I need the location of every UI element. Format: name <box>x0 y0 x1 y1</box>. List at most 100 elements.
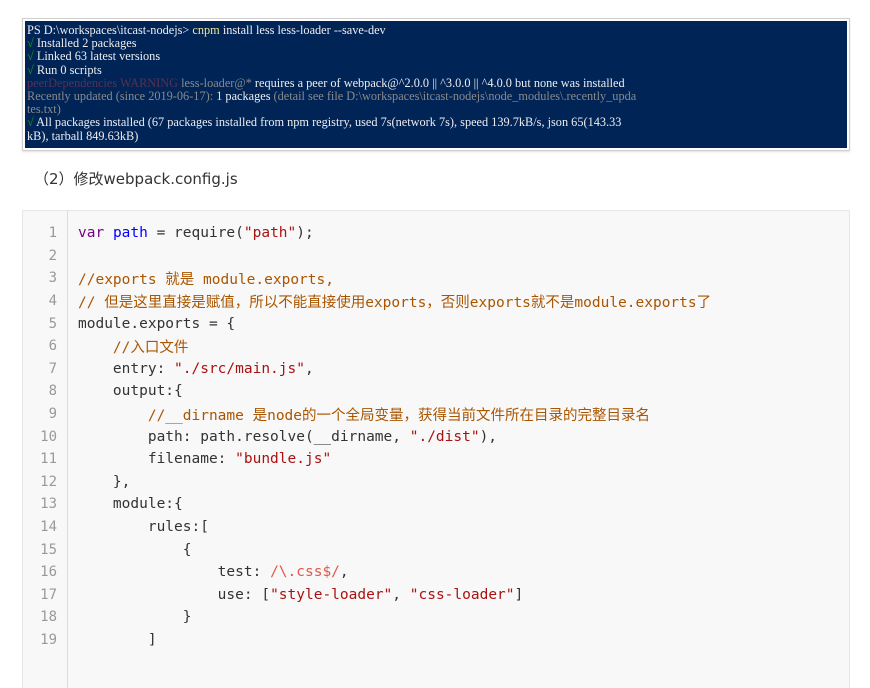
terminal-text-segment: peerDependencies WARNING <box>27 75 179 90</box>
code-token: test: <box>78 564 271 581</box>
code-line: 19 ] <box>23 629 849 652</box>
code-token: module.exports = { <box>78 315 236 332</box>
step-heading: （2）修改webpack.config.js <box>34 170 238 188</box>
code-token: "css-loader" <box>409 586 515 603</box>
code-text: use: ["style-loader", "css-loader"] <box>78 586 524 603</box>
code-line: 7 entry: "./src/main.js", <box>23 358 849 381</box>
code-token: // 但是这里直接是赋值，所以不能直接使用exports，否则exports就不… <box>78 294 712 311</box>
code-text: test: /\.css$/, <box>78 564 349 580</box>
terminal-text-segment: cnpm <box>192 23 220 37</box>
line-number: 3 <box>48 270 57 287</box>
line-number: 18 <box>40 609 57 626</box>
code-line: 18 } <box>23 606 849 629</box>
terminal-text-segment: √ <box>27 36 34 51</box>
code-line: 11 filename: "bundle.js" <box>23 448 849 471</box>
code-block: 1 var path = require("path"); 2 3 //exports … <box>22 210 850 688</box>
code-token: //exports 就是 module.exports, <box>78 271 334 288</box>
code-token: output:{ <box>78 383 183 400</box>
line-number: 15 <box>40 541 57 558</box>
code-lines: 1 var path = require("path"); 2 3 //exports … <box>23 222 849 674</box>
code-token: , <box>304 360 314 377</box>
code-token: //入口文件 <box>112 339 189 356</box>
line-number: 8 <box>48 383 57 400</box>
code-token: { <box>78 541 192 558</box>
code-token: path: path.resolve(__dirname, <box>78 428 410 445</box>
code-text: //入口文件 <box>78 336 188 357</box>
terminal-text-segment: Installed 2 packages <box>33 36 137 51</box>
code-line: 8 output:{ <box>23 380 849 403</box>
code-line: 10 path: path.resolve(__dirname, "./dist… <box>23 425 849 448</box>
code-line: 13 module:{ <box>23 493 849 516</box>
line-number: 12 <box>40 473 57 490</box>
code-line: 4 // 但是这里直接是赋值，所以不能直接使用exports，否则exports就… <box>23 290 849 313</box>
terminal-output: PS D:\workspaces\itcast-nodejs> cnpm ins… <box>25 21 847 148</box>
code-token: ] <box>78 631 157 648</box>
line-number: 5 <box>48 315 57 332</box>
line-number: 14 <box>40 519 57 536</box>
code-text: entry: "./src/main.js", <box>78 361 314 377</box>
line-number: 2 <box>48 247 57 264</box>
terminal-line: Recently updated (since 2019-06-17): 1 p… <box>27 89 847 104</box>
code-text: { <box>78 542 192 558</box>
code-text: //__dirname 是node的一个全局变量，获得当前文件所在目录的完整目录… <box>78 404 650 425</box>
code-text: //exports 就是 module.exports, <box>78 268 334 289</box>
code-line: 15 { <box>23 538 849 561</box>
code-token: "./src/main.js" <box>174 360 305 377</box>
terminal-line: PS D:\workspaces\itcast-nodejs> cnpm ins… <box>27 23 847 37</box>
code-line: 2 <box>23 245 849 268</box>
terminal-text-segment: √ <box>27 115 34 130</box>
code-token: }, <box>78 473 131 490</box>
line-number: 19 <box>40 631 57 648</box>
line-number: 9 <box>48 406 57 423</box>
code-token: module:{ <box>78 496 183 513</box>
code-line: 16 test: /\.css$/, <box>23 561 849 584</box>
code-text: output:{ <box>78 383 183 399</box>
code-line: 17 use: ["style-loader", "css-loader"] <box>23 584 849 607</box>
terminal-text-segment: Linked 63 latest versions <box>33 49 161 64</box>
code-line: 14 rules:[ <box>23 516 849 539</box>
code-line: 1 var path = require("path"); <box>23 222 849 245</box>
code-token: rules:[ <box>78 519 209 536</box>
code-text: module.exports = { <box>78 316 235 332</box>
terminal-line: kB), tarball 849.63kB) <box>27 129 847 143</box>
code-text: path: path.resolve(__dirname, "./dist"), <box>78 429 497 445</box>
code-token: filename: <box>78 451 236 468</box>
code-token: "path" <box>243 225 297 242</box>
code-token: , <box>339 564 349 581</box>
code-text: module:{ <box>78 496 183 512</box>
terminal-text-segment: Recently updated (since 2019-06-17): <box>27 89 217 104</box>
terminal-text-segment: All packages installed (67 packages inst… <box>33 115 622 130</box>
line-number: 11 <box>40 451 57 468</box>
code-line: 3 //exports 就是 module.exports, <box>23 267 849 290</box>
code-token: "style-loader" <box>270 586 393 603</box>
code-text: var path = require("path"); <box>78 225 314 241</box>
code-text: // 但是这里直接是赋值，所以不能直接使用exports，否则exports就不… <box>78 291 711 312</box>
code-token: entry: <box>78 360 175 377</box>
line-number: 10 <box>40 428 57 445</box>
terminal-text-segment: tes.txt) <box>27 102 61 117</box>
line-number: 6 <box>48 338 57 355</box>
code-token: , <box>392 586 410 603</box>
code-text: ] <box>78 632 157 648</box>
code-token: use: [ <box>78 586 271 603</box>
code-token: ); <box>296 225 314 242</box>
terminal-text-segment: install less less-loader --save-dev <box>219 23 386 37</box>
line-number: 7 <box>48 360 57 377</box>
terminal-text-segment: less-loader@* <box>178 75 252 90</box>
terminal-text-segment: √ <box>27 49 34 64</box>
terminal-screenshot: PS D:\workspaces\itcast-nodejs> cnpm ins… <box>22 18 850 151</box>
code-line: 5 module.exports = { <box>23 312 849 335</box>
code-token: "./dist" <box>409 428 480 445</box>
line-number: 1 <box>48 225 57 242</box>
line-number: 17 <box>40 586 57 603</box>
code-token: } <box>78 609 192 626</box>
code-token: path <box>112 225 148 242</box>
terminal-text-segment: Run 0 scripts <box>33 62 102 77</box>
code-token: /\.css$/ <box>270 564 340 581</box>
code-line: 12 }, <box>23 471 849 494</box>
terminal-text-segment: requires a peer of webpack@^2.0.0 || ^3.… <box>251 75 625 90</box>
